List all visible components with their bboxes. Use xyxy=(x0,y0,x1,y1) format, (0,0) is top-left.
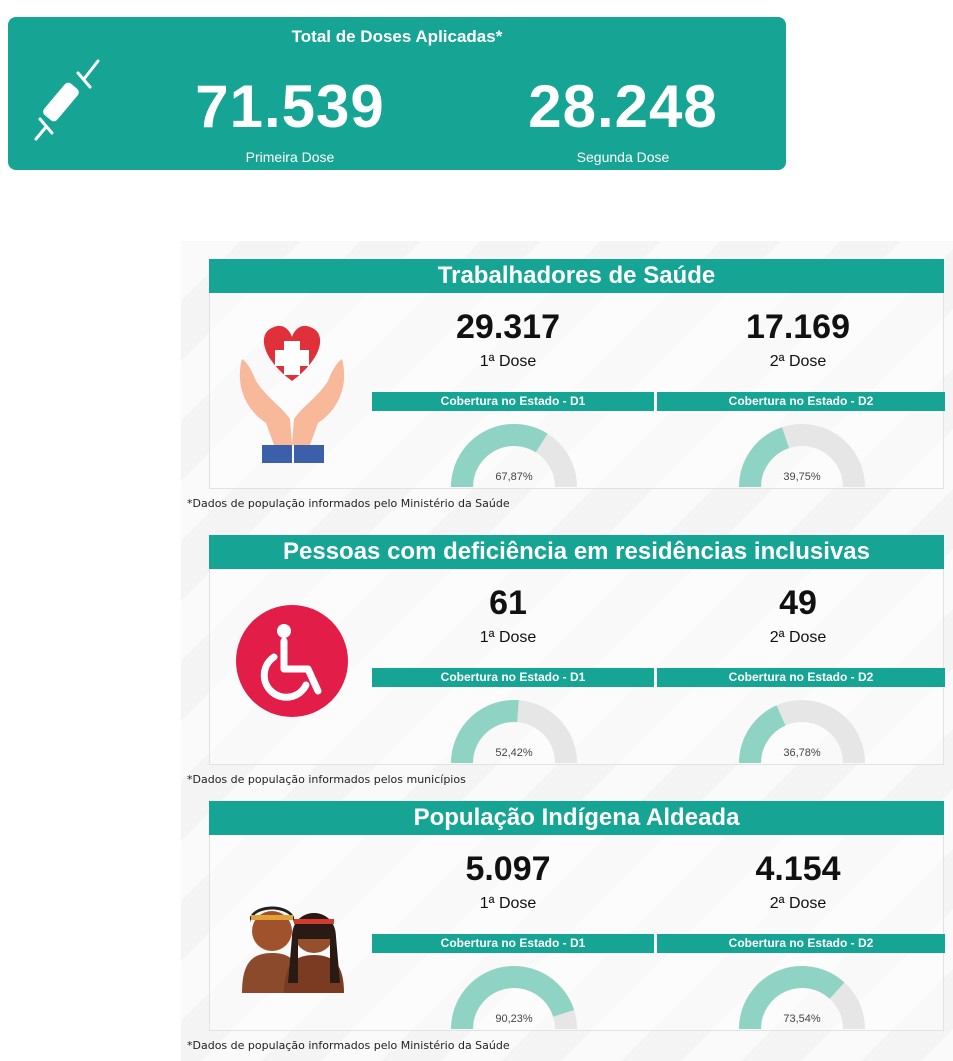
coverage-d2-percent: 36,78% xyxy=(783,747,821,759)
section-health-workers: Trabalhadores de Saúde 29.317 1ª Dose 17… xyxy=(187,259,945,510)
section-footnote: *Dados de população informados pelo Mini… xyxy=(187,497,510,510)
section-footnote: *Dados de população informados pelo Mini… xyxy=(187,1039,510,1052)
second-dose-total-label: Segunda Dose xyxy=(576,149,670,165)
first-dose-total-label: Primeira Dose xyxy=(245,149,335,165)
section-title: População Indígena Aldeada xyxy=(209,801,944,835)
section-body: 29.317 1ª Dose 17.169 2ª Dose Cobertura … xyxy=(209,293,945,489)
indigenous-people-icon xyxy=(242,906,344,993)
dose1-label: 1ª Dose xyxy=(479,629,537,646)
first-dose-total-value: 71.539 xyxy=(195,73,385,140)
dose1-block: 5.097 1ª Dose xyxy=(368,849,648,913)
coverage-d1-header: Cobertura no Estado - D1 xyxy=(372,668,654,687)
coverage-d1-gauge: 67,87% xyxy=(434,417,594,489)
section-body: 61 1ª Dose 49 2ª Dose Cobertura no Estad… xyxy=(209,569,945,765)
syringe-icon xyxy=(34,59,100,141)
heart-hands-icon xyxy=(239,325,345,463)
section-footnote: *Dados de população informados pelos mun… xyxy=(187,773,466,786)
dose1-value: 61 xyxy=(489,584,527,622)
dose2-block: 17.169 2ª Dose xyxy=(658,307,938,371)
second-dose-total-value: 28.248 xyxy=(528,73,718,140)
first-dose-total: 71.539 Primeira Dose xyxy=(175,73,405,166)
coverage-d1-header: Cobertura no Estado - D1 xyxy=(372,392,654,411)
dose1-block: 61 1ª Dose xyxy=(368,583,648,647)
coverage-d2-gauge: 36,78% xyxy=(722,693,882,765)
dose2-label: 2ª Dose xyxy=(769,629,827,646)
dose2-block: 4.154 2ª Dose xyxy=(658,849,938,913)
coverage-d2-gauge: 39,75% xyxy=(722,417,882,489)
dose1-label: 1ª Dose xyxy=(479,895,537,912)
dose2-value: 49 xyxy=(779,584,817,622)
dose1-value: 5.097 xyxy=(465,850,551,888)
coverage-d1-percent: 67,87% xyxy=(495,471,533,483)
section-indigenous: População Indígena Aldeada 5.097 1ª Dose… xyxy=(187,801,945,1052)
total-doses-card: Total de Doses Aplicadas* 71.539 Primeir… xyxy=(8,17,786,170)
section-body: 5.097 1ª Dose 4.154 2ª Dose Cobertura no… xyxy=(209,835,945,1031)
section-title: Trabalhadores de Saúde xyxy=(209,259,944,293)
coverage-d2-header: Cobertura no Estado - D2 xyxy=(657,934,945,953)
section-disability: Pessoas com deficiência em residências i… xyxy=(187,535,945,786)
dose2-value: 4.154 xyxy=(755,850,841,888)
dose1-block: 29.317 1ª Dose xyxy=(368,307,648,371)
coverage-d2-header: Cobertura no Estado - D2 xyxy=(657,668,945,687)
coverage-d2-percent: 39,75% xyxy=(783,471,821,483)
wheelchair-icon xyxy=(236,605,348,717)
dose1-value: 29.317 xyxy=(456,308,560,346)
coverage-d2-percent: 73,54% xyxy=(783,1013,821,1025)
section-title: Pessoas com deficiência em residências i… xyxy=(209,535,944,569)
total-doses-title: Total de Doses Aplicadas* xyxy=(291,27,503,46)
second-dose-total: 28.248 Segunda Dose xyxy=(508,73,738,166)
coverage-d1-gauge: 52,42% xyxy=(434,693,594,765)
coverage-d1-percent: 52,42% xyxy=(495,747,533,759)
groups-panel: Trabalhadores de Saúde 29.317 1ª Dose 17… xyxy=(181,241,953,1061)
dose2-label: 2ª Dose xyxy=(769,353,827,370)
dose2-block: 49 2ª Dose xyxy=(658,583,938,647)
coverage-d2-header: Cobertura no Estado - D2 xyxy=(657,392,945,411)
coverage-d1-header: Cobertura no Estado - D1 xyxy=(372,934,654,953)
dose1-label: 1ª Dose xyxy=(479,353,537,370)
dose2-label: 2ª Dose xyxy=(769,895,827,912)
coverage-d2-gauge: 73,54% xyxy=(722,959,882,1031)
coverage-d1-gauge: 90,23% xyxy=(434,959,594,1031)
coverage-d1-percent: 90,23% xyxy=(495,1013,533,1025)
dose2-value: 17.169 xyxy=(746,308,850,346)
